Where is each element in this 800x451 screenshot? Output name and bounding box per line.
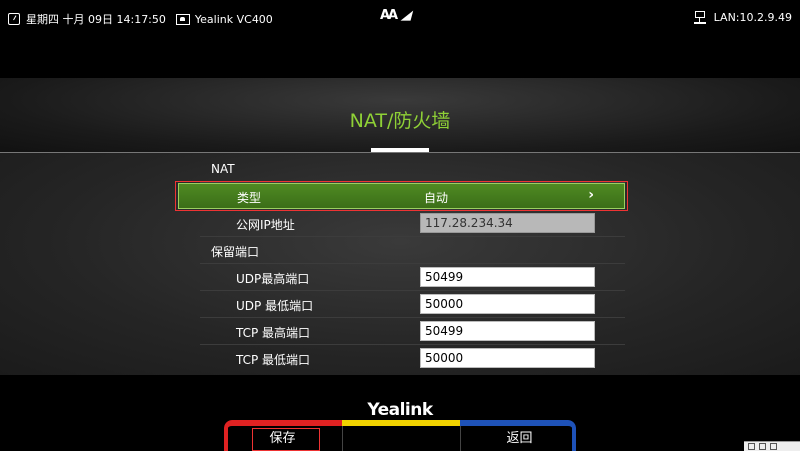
nat-section-label: NAT [211, 162, 235, 176]
device-name: Yealink VC400 [194, 12, 273, 26]
close-icon[interactable] [770, 443, 777, 450]
window-controls [744, 441, 800, 451]
nat-section-header: NAT [200, 156, 625, 183]
chevron-right-icon[interactable]: › [588, 187, 594, 203]
tcp-max-row: TCP 最高端口 [200, 318, 625, 345]
reserved-ports-header: 保留端口 [200, 237, 625, 264]
tcp-min-field[interactable] [420, 348, 595, 368]
network-icon [693, 11, 706, 24]
datetime: 星期四 十月 09日 14:17:50 [26, 13, 166, 26]
udp-max-field[interactable] [420, 267, 595, 287]
public-ip-label: 公网IP地址 [236, 218, 295, 232]
nat-type-row[interactable]: 类型 自动 › [178, 183, 625, 209]
maximize-icon[interactable] [759, 443, 766, 450]
tcp-min-row: TCP 最低端口 [200, 345, 625, 371]
udp-min-row: UDP 最低端口 [200, 291, 625, 318]
nat-type-value: 自动 [424, 191, 449, 205]
back-button[interactable]: 返回 [460, 426, 578, 451]
font-size-icon[interactable]: AA [380, 8, 398, 23]
save-focus-highlight [252, 428, 320, 451]
udp-min-label: UDP 最低端口 [236, 299, 314, 313]
status-bar: 星期四 十月 09日 14:17:50 Yealink VC400 AA ◢ L… [0, 0, 800, 36]
nat-type-label: 类型 [237, 191, 262, 205]
public-ip-field [420, 213, 595, 233]
status-left: 星期四 十月 09日 14:17:50 Yealink VC400 [8, 11, 273, 27]
udp-max-row: UDP最高端口 [200, 264, 625, 291]
public-ip-row: 公网IP地址 [200, 210, 625, 237]
middle-softkey[interactable] [342, 426, 460, 451]
status-center: AA ◢ [380, 8, 415, 23]
tcp-max-label: TCP 最高端口 [236, 326, 311, 340]
tcp-min-label: TCP 最低端口 [236, 353, 311, 367]
udp-min-field[interactable] [420, 294, 595, 314]
brand-logo: Yealink [367, 400, 433, 420]
mic-mute-icon: ◢ [400, 8, 415, 23]
page-title: NAT/防火墙 [349, 110, 451, 132]
network-address: LAN:10.2.9.49 [713, 11, 792, 24]
minimize-icon[interactable] [748, 443, 755, 450]
device-icon [175, 13, 190, 25]
status-right: LAN:10.2.9.49 [693, 11, 792, 24]
tcp-max-field[interactable] [420, 321, 595, 341]
clock-icon [8, 13, 20, 25]
udp-max-label: UDP最高端口 [236, 272, 310, 286]
reserved-ports-label: 保留端口 [211, 245, 260, 259]
